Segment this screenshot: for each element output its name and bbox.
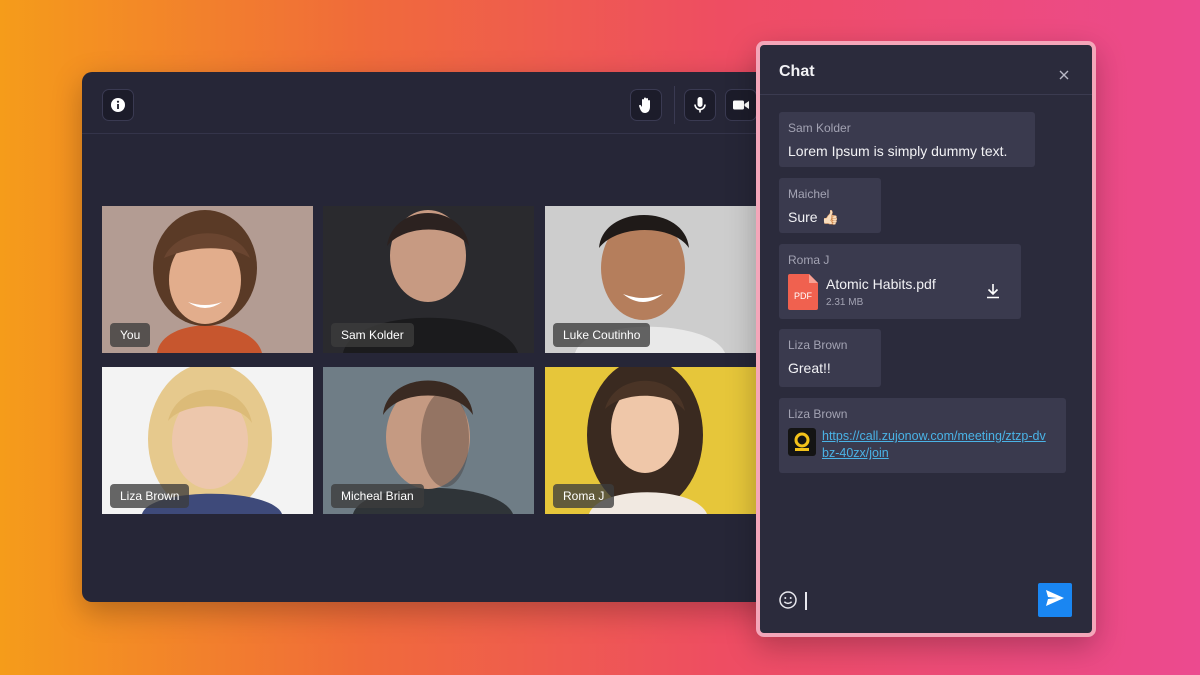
message-text: Lorem Ipsum is simply dummy text. <box>788 143 1008 159</box>
message-sender: Sam Kolder <box>788 121 851 135</box>
participant-tile[interactable]: Luke Coutinho <box>545 206 756 353</box>
participant-tile[interactable]: Liza Brown <box>102 367 313 514</box>
close-icon[interactable] <box>1059 67 1069 85</box>
video-camera-icon <box>732 98 750 112</box>
toolbar-divider <box>674 86 675 124</box>
meeting-toolbar <box>82 72 782 134</box>
meeting-link[interactable]: https://call.zujonow.com/meeting/ztzp-dv… <box>822 428 1052 462</box>
participant-tile[interactable]: Micheal Brian <box>323 367 534 514</box>
message-sender: Liza Brown <box>788 338 848 352</box>
chat-message-file: Roma J PDF Atomic Habits.pdf 2.31 MB <box>779 244 1021 319</box>
chat-message-link: Liza Brown https://call.zujonow.com/meet… <box>779 398 1066 473</box>
participant-tile[interactable]: Sam Kolder <box>323 206 534 353</box>
chat-title: Chat <box>779 63 815 80</box>
pdf-file-icon: PDF <box>788 274 818 315</box>
chat-message: Liza Brown Great!! <box>779 329 881 387</box>
chat-panel: Chat Sam Kolder Lorem Ipsum is simply du… <box>756 41 1096 637</box>
participant-name: Sam Kolder <box>331 323 414 347</box>
hand-icon <box>638 96 654 114</box>
file-name: Atomic Habits.pdf <box>826 276 936 292</box>
microphone-button[interactable] <box>684 89 716 121</box>
meeting-window: You Sam Kolder Luke Coutinho Liza Brown … <box>82 72 782 602</box>
message-text: Sure 👍🏻 <box>788 209 839 225</box>
info-button[interactable] <box>102 89 134 121</box>
message-text: Great!! <box>788 360 831 376</box>
raise-hand-button[interactable] <box>630 89 662 121</box>
file-size: 2.31 MB <box>826 297 864 308</box>
download-icon[interactable] <box>985 283 1001 304</box>
file-type-label: PDF <box>794 291 813 301</box>
participant-name: Luke Coutinho <box>553 323 651 347</box>
info-icon <box>110 97 126 113</box>
participant-name: Micheal Brian <box>331 484 424 508</box>
send-button[interactable] <box>1038 583 1072 617</box>
participant-name: Roma J <box>553 484 615 508</box>
participant-tile[interactable]: Roma J <box>545 367 756 514</box>
send-icon <box>1045 589 1065 612</box>
message-sender: Roma J <box>788 253 830 267</box>
participant-name: Liza Brown <box>110 484 190 508</box>
chat-message: Sam Kolder Lorem Ipsum is simply dummy t… <box>779 112 1035 167</box>
message-sender: Maichel <box>788 187 830 201</box>
zujo-logo-icon <box>788 428 816 456</box>
microphone-icon <box>693 96 707 114</box>
chat-message: Maichel Sure 👍🏻 <box>779 178 881 233</box>
chat-header: Chat <box>760 45 1092 95</box>
emoji-icon[interactable] <box>779 591 797 614</box>
message-sender: Liza Brown <box>788 407 848 421</box>
participant-tile[interactable]: You <box>102 206 313 353</box>
camera-button[interactable] <box>725 89 757 121</box>
participant-name: You <box>110 323 151 347</box>
chat-input[interactable] <box>805 592 807 610</box>
